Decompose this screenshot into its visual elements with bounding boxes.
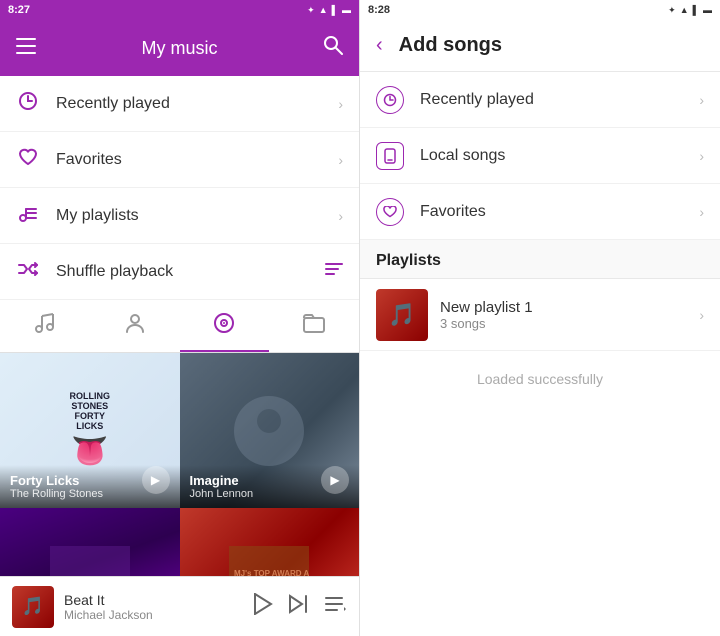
sort-icon — [325, 261, 343, 282]
track-artist: Michael Jackson — [64, 608, 243, 622]
playlist-thumbnail: 🎵 — [376, 289, 428, 341]
play-button-imagine[interactable]: ▶ — [321, 466, 349, 494]
menu-item-my-playlists[interactable]: My playlists › — [0, 188, 359, 244]
right-header: ‹ Add songs — [360, 20, 720, 72]
tab-songs[interactable] — [0, 300, 90, 352]
album-cell-imagine[interactable]: Imagine John Lennon ▶ — [180, 353, 360, 508]
shuffle-icon — [16, 261, 40, 282]
chevron-icon: › — [338, 96, 343, 112]
right-status-bar: 8:28 ✦ ▲ ▌ ▬ — [360, 0, 720, 20]
bt-icon: ✦ — [307, 5, 315, 16]
bt-icon: ✦ — [668, 5, 676, 16]
left-status-bar: 8:27 ✦ ▲ ▌ ▬ — [0, 0, 359, 20]
search-icon[interactable] — [323, 35, 343, 61]
menu-item-recently-played-label: Recently played — [56, 95, 170, 113]
album-cell-thriller[interactable]: MJ's TOP AWARD ALBUM Michael Jackson Thr… — [180, 508, 360, 576]
left-time: 8:27 — [8, 4, 30, 16]
playlists-section-header: Playlists — [360, 240, 720, 279]
tab-artists[interactable] — [90, 300, 180, 352]
left-header: My music — [0, 20, 359, 76]
now-playing-bar: 🎵 Beat It Michael Jackson — [0, 576, 359, 636]
right-panel: 8:28 ✦ ▲ ▌ ▬ ‹ Add songs Recently played… — [360, 0, 720, 636]
right-menu-item-favorites[interactable]: Favorites › — [360, 184, 720, 240]
menu-item-recently-played[interactable]: Recently played › — [0, 76, 359, 132]
album-grid: ROLLINGSTONESFORTYLICKS 👅 Forty Licks Th… — [0, 353, 359, 576]
playlist-name: New playlist 1 — [440, 299, 533, 316]
playlist-button[interactable] — [325, 595, 347, 619]
playlist-count: 3 songs — [440, 316, 533, 331]
menu-item-my-playlists-label: My playlists — [56, 207, 139, 225]
svg-text:MJ's TOP AWARD ALBUM: MJ's TOP AWARD ALBUM — [234, 569, 309, 577]
hamburger-icon[interactable] — [16, 37, 36, 60]
left-header-title: My music — [142, 38, 218, 59]
chevron-icon: › — [699, 204, 704, 220]
left-panel: 8:27 ✦ ▲ ▌ ▬ My music — [0, 0, 360, 636]
folders-tab-icon — [303, 313, 325, 339]
music-list-icon — [16, 204, 40, 227]
battery-icon: ▬ — [342, 5, 351, 15]
right-menu-favorites-label: Favorites — [420, 203, 486, 221]
right-menu-item-local-songs[interactable]: Local songs › — [360, 128, 720, 184]
album-cell-forty-licks[interactable]: ROLLINGSTONESFORTYLICKS 👅 Forty Licks Th… — [0, 353, 180, 508]
left-status-icons: ✦ ▲ ▌ ▬ — [307, 5, 351, 16]
right-status-icons: ✦ ▲ ▌ ▬ — [668, 5, 712, 16]
signal-icon: ▌ — [693, 5, 699, 15]
now-playing-thumbnail: 🎵 — [12, 586, 54, 628]
right-menu-item-recently-played[interactable]: Recently played › — [360, 72, 720, 128]
artists-tab-icon — [124, 312, 146, 340]
shuffle-playback-label: Shuffle playback — [56, 263, 173, 281]
wifi-icon: ▲ — [319, 5, 328, 15]
right-header-title: Add songs — [399, 34, 502, 57]
right-time: 8:28 — [368, 4, 390, 16]
loaded-status: Loaded successfully — [360, 351, 720, 407]
playlists-section-label: Playlists — [376, 252, 441, 269]
albums-tab-icon — [213, 312, 235, 340]
back-button[interactable]: ‹ — [376, 34, 383, 57]
right-menu-recently-played-label: Recently played — [420, 91, 534, 109]
next-track-button[interactable] — [289, 594, 309, 620]
heart-icon — [376, 198, 404, 226]
tab-albums[interactable] — [180, 300, 270, 352]
tab-folders[interactable] — [269, 300, 359, 352]
playlist-item-new-playlist-1[interactable]: 🎵 New playlist 1 3 songs › — [360, 279, 720, 351]
battery-icon: ▬ — [703, 5, 712, 15]
menu-item-favorites[interactable]: Favorites › — [0, 132, 359, 188]
chevron-icon: › — [338, 152, 343, 168]
songs-tab-icon — [34, 313, 56, 339]
chevron-icon: › — [699, 148, 704, 164]
tab-bar — [0, 300, 359, 353]
right-menu-local-songs-label: Local songs — [420, 147, 505, 165]
heart-icon — [16, 148, 40, 171]
play-pause-button[interactable] — [253, 593, 273, 621]
album-cell-purple-rain[interactable]: Purple Rain Prince and the Revolution Pu… — [0, 508, 180, 576]
signal-icon: ▌ — [332, 5, 338, 15]
shuffle-playback-item[interactable]: Shuffle playback — [0, 244, 359, 300]
wifi-icon: ▲ — [680, 5, 689, 15]
chevron-icon: › — [699, 92, 704, 108]
phone-icon — [376, 142, 404, 170]
play-button-forty-licks[interactable]: ▶ — [142, 466, 170, 494]
menu-item-favorites-label: Favorites — [56, 151, 122, 169]
clock-icon — [16, 91, 40, 116]
chevron-icon: › — [699, 307, 704, 323]
chevron-icon: › — [338, 208, 343, 224]
track-name: Beat It — [64, 592, 243, 608]
clock-icon — [376, 86, 404, 114]
